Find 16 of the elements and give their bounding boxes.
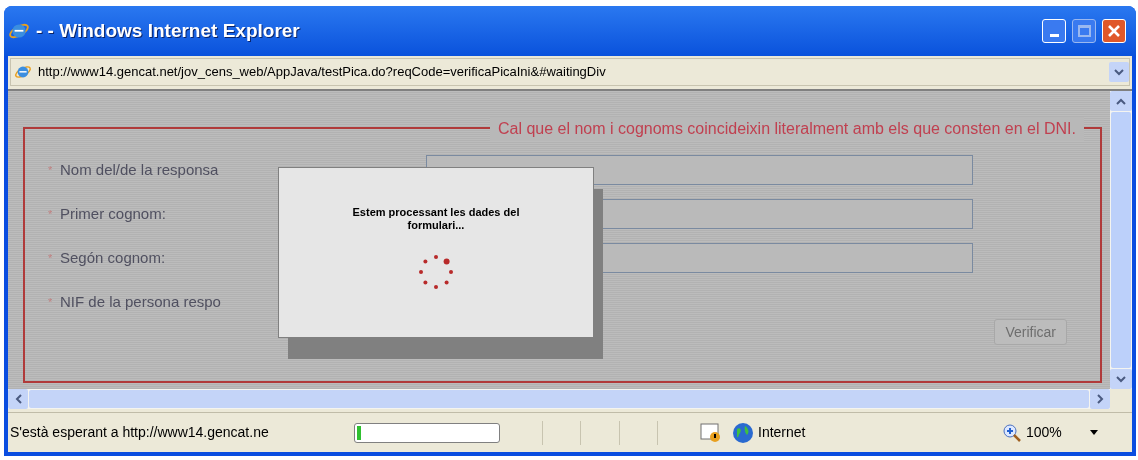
status-text: S'està esperant a http://www14.gencat.ne [10, 423, 270, 442]
dialog-message: Estem processant les dades del formulari... [351, 206, 521, 232]
zone-label: Internet [758, 423, 807, 442]
field-label: Primer cognom: [60, 205, 166, 222]
field-label: Segón cognom: [60, 249, 166, 266]
required-mark: * [48, 250, 54, 266]
window-title: - - Windows Internet Explorer [36, 18, 300, 43]
required-mark: * [48, 294, 54, 310]
form-legend: Cal que el nom i cognoms coincideixin literalment amb els que consten en el DNI. [497, 120, 1076, 137]
field-label: Nom del/de la responsa [60, 161, 219, 178]
zoom-level[interactable]: 100% [1026, 422, 1086, 443]
required-mark: * [48, 206, 54, 222]
required-mark: * [48, 162, 54, 178]
url-text: http://www14.gencat.net/jov_cens_web/AppJava/testPica.do?reqCode=verificaPicaIni&#waitingDiv [38, 63, 607, 82]
address-bar[interactable]: http://www14.gencat.net/jov_cens_web/AppJava/testPica.do?reqCode=verificaPicaIni&#waitingDiv [10, 58, 1130, 86]
field-label: NIF de la persona respo [60, 293, 221, 310]
